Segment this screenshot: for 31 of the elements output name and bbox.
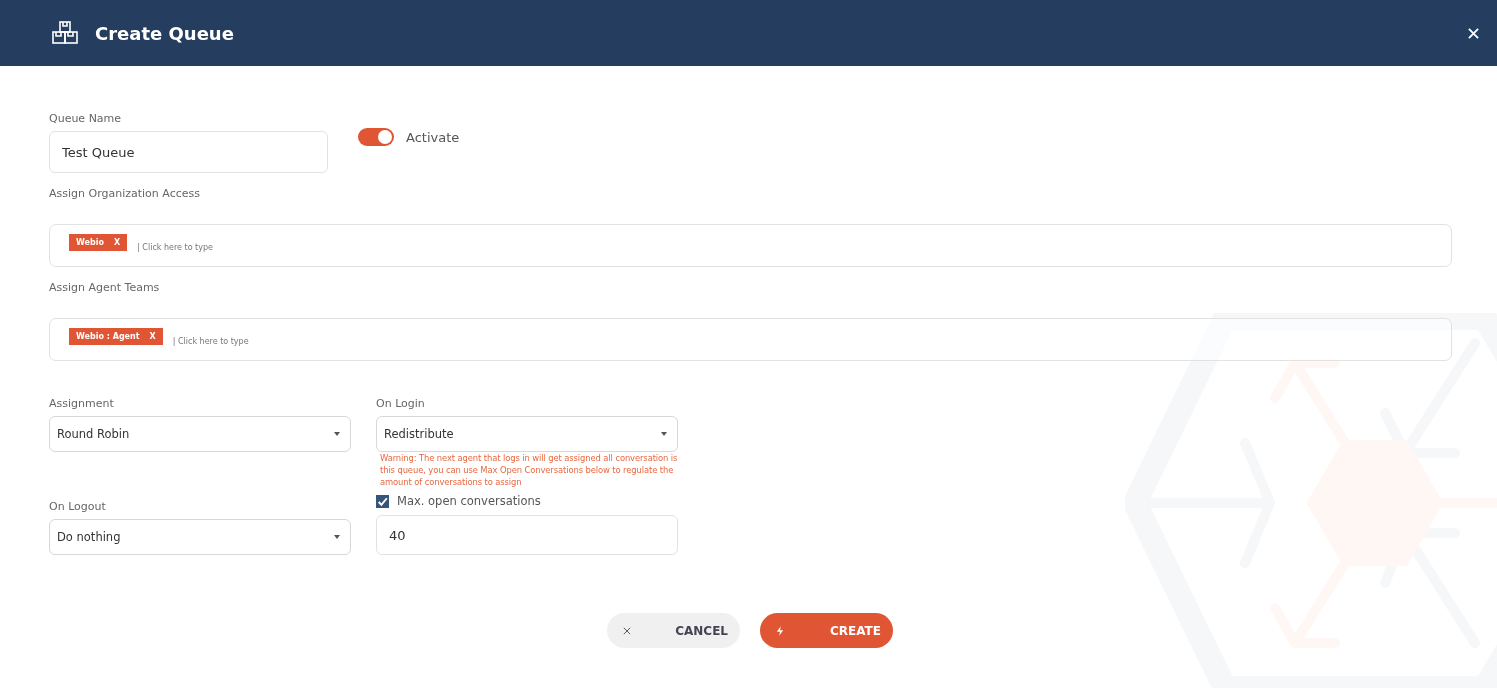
boxes-icon xyxy=(52,21,78,45)
checkbox-label: Max. open conversations xyxy=(397,494,541,508)
agent-team-tag-field[interactable]: Webio : Agent X | Click here to type xyxy=(49,318,1452,361)
field-label: On Logout xyxy=(49,500,107,513)
lightning-icon xyxy=(776,625,784,636)
tag-input-field[interactable]: | Click here to type xyxy=(135,242,340,253)
toggle-label: Activate xyxy=(406,129,460,145)
field-label: On Login xyxy=(376,397,426,410)
dialog-title: Create Queue xyxy=(95,22,234,44)
remove-tag-button[interactable]: X xyxy=(113,238,121,247)
tag-input-field[interactable]: | Click here to type xyxy=(170,336,375,347)
max-conversations-field[interactable]: 40 xyxy=(376,515,678,555)
checkbox[interactable] xyxy=(376,494,389,508)
close-icon[interactable] xyxy=(1468,27,1479,39)
field-label: Assignment xyxy=(49,397,115,410)
remove-tag-button[interactable]: X xyxy=(149,332,156,341)
assignment-dropdown[interactable]: Round Robin xyxy=(49,416,351,452)
create-button[interactable]: CREATE xyxy=(760,613,893,648)
on-login-dropdown[interactable]: Redistribute xyxy=(376,416,678,452)
field-label: Assign Organization Access xyxy=(49,187,201,200)
tag-label: Webio xyxy=(76,238,104,247)
on-logout-dropdown[interactable]: Do nothing xyxy=(49,519,351,555)
activate-toggle[interactable] xyxy=(358,128,394,146)
tag-label: Webio : Agent xyxy=(76,332,140,341)
organization-tag-field[interactable]: Webio X | Click here to type xyxy=(49,224,1452,267)
warning-text: Warning: The next agent that logs in will get assigned all conversation is this queue, you can use Max Open Conversations below to regulate the amount of conversations to assign xyxy=(379,452,678,488)
queue-name-field[interactable]: Test Queue xyxy=(49,131,328,173)
field-label: Queue Name xyxy=(49,112,123,125)
close-icon xyxy=(623,625,631,636)
cancel-button[interactable]: CANCEL xyxy=(607,613,740,648)
field-label: Assign Agent Teams xyxy=(49,281,161,294)
